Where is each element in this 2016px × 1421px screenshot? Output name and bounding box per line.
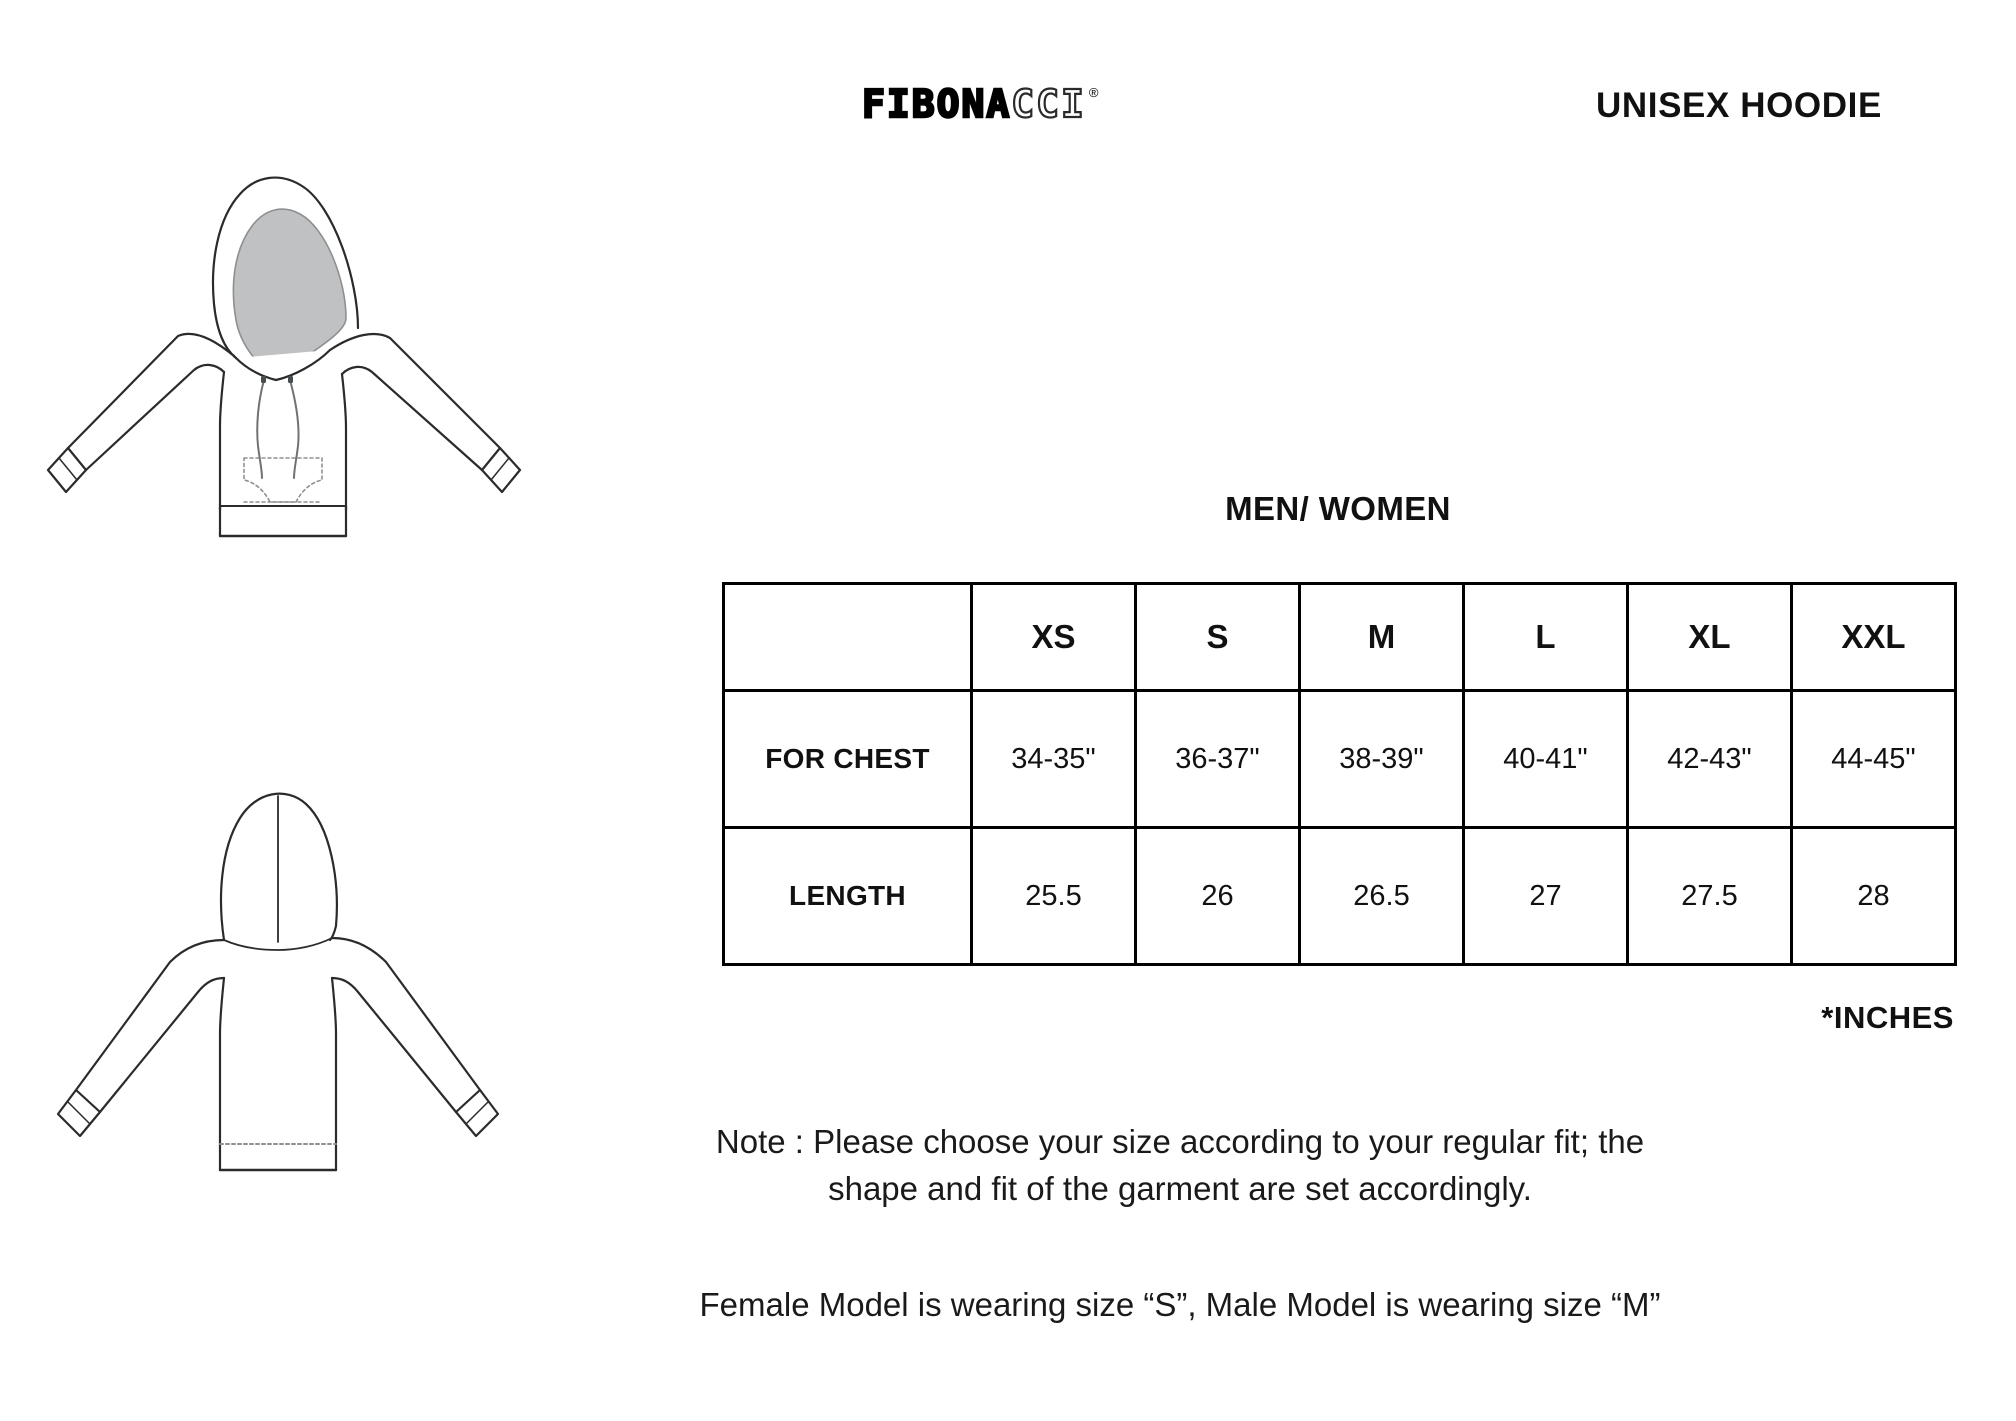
cell-length-xs: 25.5	[970, 826, 1137, 966]
fibonacci-logo: FIBONA CCI ®	[861, 82, 1099, 126]
size-note: Note : Please choose your size according…	[600, 1118, 1760, 1212]
column-header-xl: XL	[1626, 582, 1793, 692]
cell-chest-s: 36-37"	[1134, 689, 1301, 829]
column-header-xxl: XXL	[1790, 582, 1957, 692]
table-row: FOR CHEST 34-35" 36-37" 38-39" 40-41" 42…	[722, 689, 1957, 829]
hoodie-front-svg	[46, 176, 522, 538]
cell-chest-xxl: 44-45"	[1790, 689, 1957, 829]
page-title: UNISEX HOODIE	[1596, 86, 1882, 125]
cell-length-s: 26	[1134, 826, 1301, 966]
size-note-line-2: shape and fit of the garment are set acc…	[828, 1170, 1532, 1207]
table-corner-cell	[722, 582, 973, 692]
hoodie-front-illustration	[28, 140, 528, 560]
table-header-row: XS S M L XL XXL	[722, 582, 1957, 692]
column-header-s: S	[1134, 582, 1301, 692]
cell-chest-xs: 34-35"	[970, 689, 1137, 829]
unit-note: *INCHES	[1821, 1000, 1954, 1035]
hood-back-outline	[219, 792, 338, 942]
logo-solid-text: FIBONA	[861, 82, 1012, 126]
cell-length-xl: 27.5	[1626, 826, 1793, 966]
row-label-length: LENGTH	[722, 826, 973, 966]
registered-trademark-symbol: ®	[1088, 85, 1099, 100]
size-table: XS S M L XL XXL FOR CHEST 34-35" 36-37" …	[722, 582, 1957, 966]
row-label-for-chest: FOR CHEST	[722, 689, 973, 829]
hoodie-back-illustration	[28, 740, 528, 1240]
header: FIBONA CCI ® UNISEX HOODIE	[0, 82, 2016, 140]
size-note-line-1: Note : Please choose your size according…	[715, 1123, 1645, 1160]
cell-length-l: 27	[1462, 826, 1629, 966]
model-size-note: Female Model is wearing size “S”, Male M…	[699, 1286, 1661, 1323]
column-header-xs: XS	[970, 582, 1137, 692]
column-header-l: L	[1462, 582, 1629, 692]
column-header-m: M	[1298, 582, 1465, 692]
table-row: LENGTH 25.5 26 26.5 27 27.5 28	[722, 826, 1957, 966]
size-chart-section: MEN/ WOMEN XS S M L XL XXL FOR CHEST 34-…	[722, 490, 1957, 966]
kangaroo-pocket	[243, 457, 323, 503]
size-chart-heading: MEN/ WOMEN	[1225, 490, 1451, 527]
hoodie-back-svg	[56, 792, 500, 1172]
cell-length-xxl: 28	[1790, 826, 1957, 966]
cell-chest-m: 38-39"	[1298, 689, 1465, 829]
cell-length-m: 26.5	[1298, 826, 1465, 966]
cell-chest-xl: 42-43"	[1626, 689, 1793, 829]
size-chart-page: FIBONA CCI ® UNISEX HOODIE MEN/ WOMEN XS…	[0, 0, 2016, 1421]
cell-chest-l: 40-41"	[1462, 689, 1629, 829]
logo-hollow-text: CCI	[1010, 82, 1086, 126]
